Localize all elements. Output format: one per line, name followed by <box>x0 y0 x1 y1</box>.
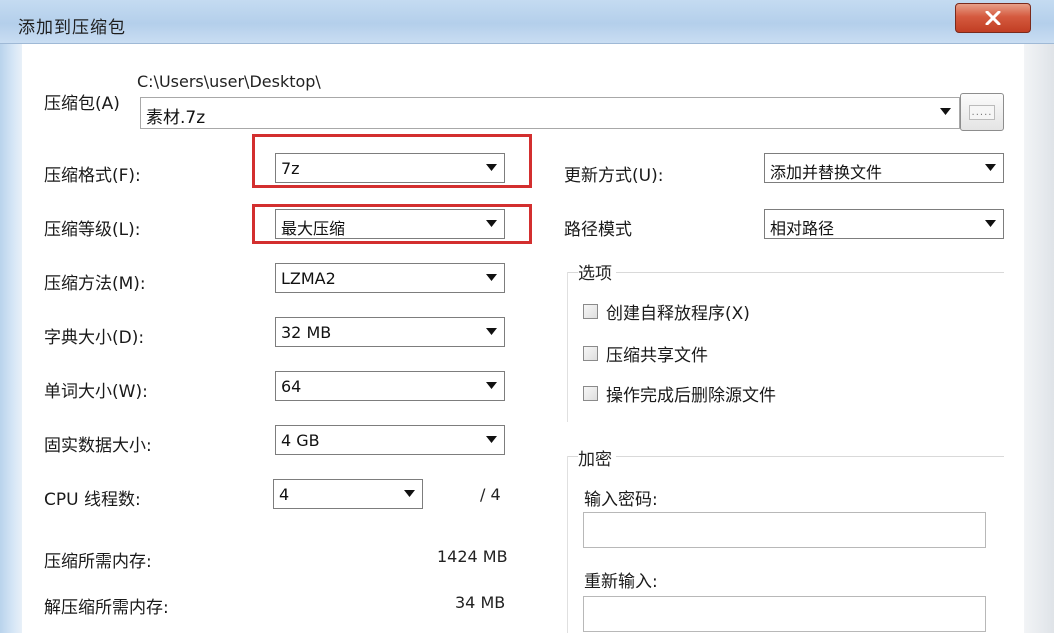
dictionary-size-label: 字典大小(D): <box>44 328 145 348</box>
archive-name-combobox[interactable]: 素材.7z <box>140 97 960 129</box>
word-size-value: 64 <box>281 377 302 396</box>
browse-button[interactable]: ..... <box>960 93 1004 131</box>
format-highlight-box <box>252 134 532 188</box>
compress-shared-checkbox[interactable] <box>583 346 598 361</box>
level-highlight-box <box>252 204 532 244</box>
chevron-down-icon <box>486 328 497 335</box>
update-mode-combobox[interactable]: 添加并替换文件 <box>764 153 1004 183</box>
add-to-archive-dialog: 添加到压缩包 压缩包(A) C:\Users\user\Desktop\ 素材.… <box>0 0 1054 633</box>
window-frame-left <box>0 44 22 633</box>
update-mode-value: 添加并替换文件 <box>770 163 883 182</box>
method-value: LZMA2 <box>281 269 336 288</box>
close-icon <box>985 11 1001 25</box>
dictionary-size-value: 32 MB <box>281 323 332 342</box>
encryption-group-border <box>567 456 1004 457</box>
cpu-threads-value: 4 <box>279 485 290 504</box>
decompress-memory-label: 解压缩所需内存: <box>44 598 169 618</box>
dialog-client-area: 压缩包(A) C:\Users\user\Desktop\ 素材.7z ....… <box>22 45 1024 633</box>
dictionary-size-combobox[interactable]: 32 MB <box>275 317 505 347</box>
chevron-down-icon <box>985 164 996 171</box>
compress-memory-label: 压缩所需内存: <box>44 552 152 572</box>
browse-button-label: ..... <box>968 104 996 120</box>
create-sfx-label: 创建自释放程序(X) <box>606 304 750 324</box>
compress-shared-label: 压缩共享文件 <box>606 346 708 366</box>
password-input[interactable] <box>583 512 986 548</box>
password-label: 输入密码: <box>584 490 658 510</box>
window-frame-right <box>1024 44 1054 633</box>
delete-after-checkbox[interactable] <box>583 386 598 401</box>
format-label: 压缩格式(F): <box>44 166 141 186</box>
chevron-down-icon <box>486 274 497 281</box>
archive-name-value: 素材.7z <box>146 108 206 128</box>
update-mode-label: 更新方式(U): <box>564 166 664 186</box>
compress-shared-option[interactable]: 压缩共享文件 <box>583 341 708 366</box>
level-label: 压缩等级(L): <box>44 220 141 240</box>
chevron-down-icon <box>985 220 996 227</box>
path-mode-value: 相对路径 <box>770 219 835 238</box>
confirm-password-label: 重新输入: <box>584 572 658 592</box>
cpu-threads-label: CPU 线程数: <box>44 490 141 510</box>
encryption-group-border-left <box>567 456 568 633</box>
method-combobox[interactable]: LZMA2 <box>275 263 505 293</box>
archive-label: 压缩包(A) <box>44 94 120 114</box>
solid-block-size-combobox[interactable]: 4 GB <box>275 425 505 455</box>
method-label: 压缩方法(M): <box>44 274 146 294</box>
chevron-down-icon <box>404 490 415 497</box>
confirm-password-input[interactable] <box>583 596 986 632</box>
delete-after-option[interactable]: 操作完成后删除源文件 <box>583 381 776 406</box>
word-size-label: 单词大小(W): <box>44 382 148 402</box>
title-bar[interactable]: 添加到压缩包 <box>0 0 1054 44</box>
decompress-memory-value: 34 MB <box>455 593 506 612</box>
encryption-group-title: 加密 <box>578 445 616 470</box>
path-mode-label: 路径模式 <box>564 220 632 240</box>
archive-path: C:\Users\user\Desktop\ <box>137 72 321 91</box>
solid-block-size-value: 4 GB <box>281 431 320 450</box>
options-group-border-left <box>567 272 568 422</box>
chevron-down-icon <box>486 436 497 443</box>
options-group-title: 选项 <box>578 259 616 284</box>
close-button[interactable] <box>955 3 1031 33</box>
word-size-combobox[interactable]: 64 <box>275 371 505 401</box>
chevron-down-icon <box>486 382 497 389</box>
chevron-down-icon <box>940 108 951 115</box>
path-mode-combobox[interactable]: 相对路径 <box>764 209 1004 239</box>
options-group-border <box>567 272 1004 273</box>
solid-block-size-label: 固实数据大小: <box>44 436 152 456</box>
cpu-threads-combobox[interactable]: 4 <box>273 479 423 509</box>
create-sfx-option[interactable]: 创建自释放程序(X) <box>583 299 750 324</box>
cpu-threads-total: / 4 <box>480 485 501 504</box>
create-sfx-checkbox[interactable] <box>583 304 598 319</box>
compress-memory-value: 1424 MB <box>437 547 508 566</box>
delete-after-label: 操作完成后删除源文件 <box>606 386 776 406</box>
window-title: 添加到压缩包 <box>18 18 126 38</box>
